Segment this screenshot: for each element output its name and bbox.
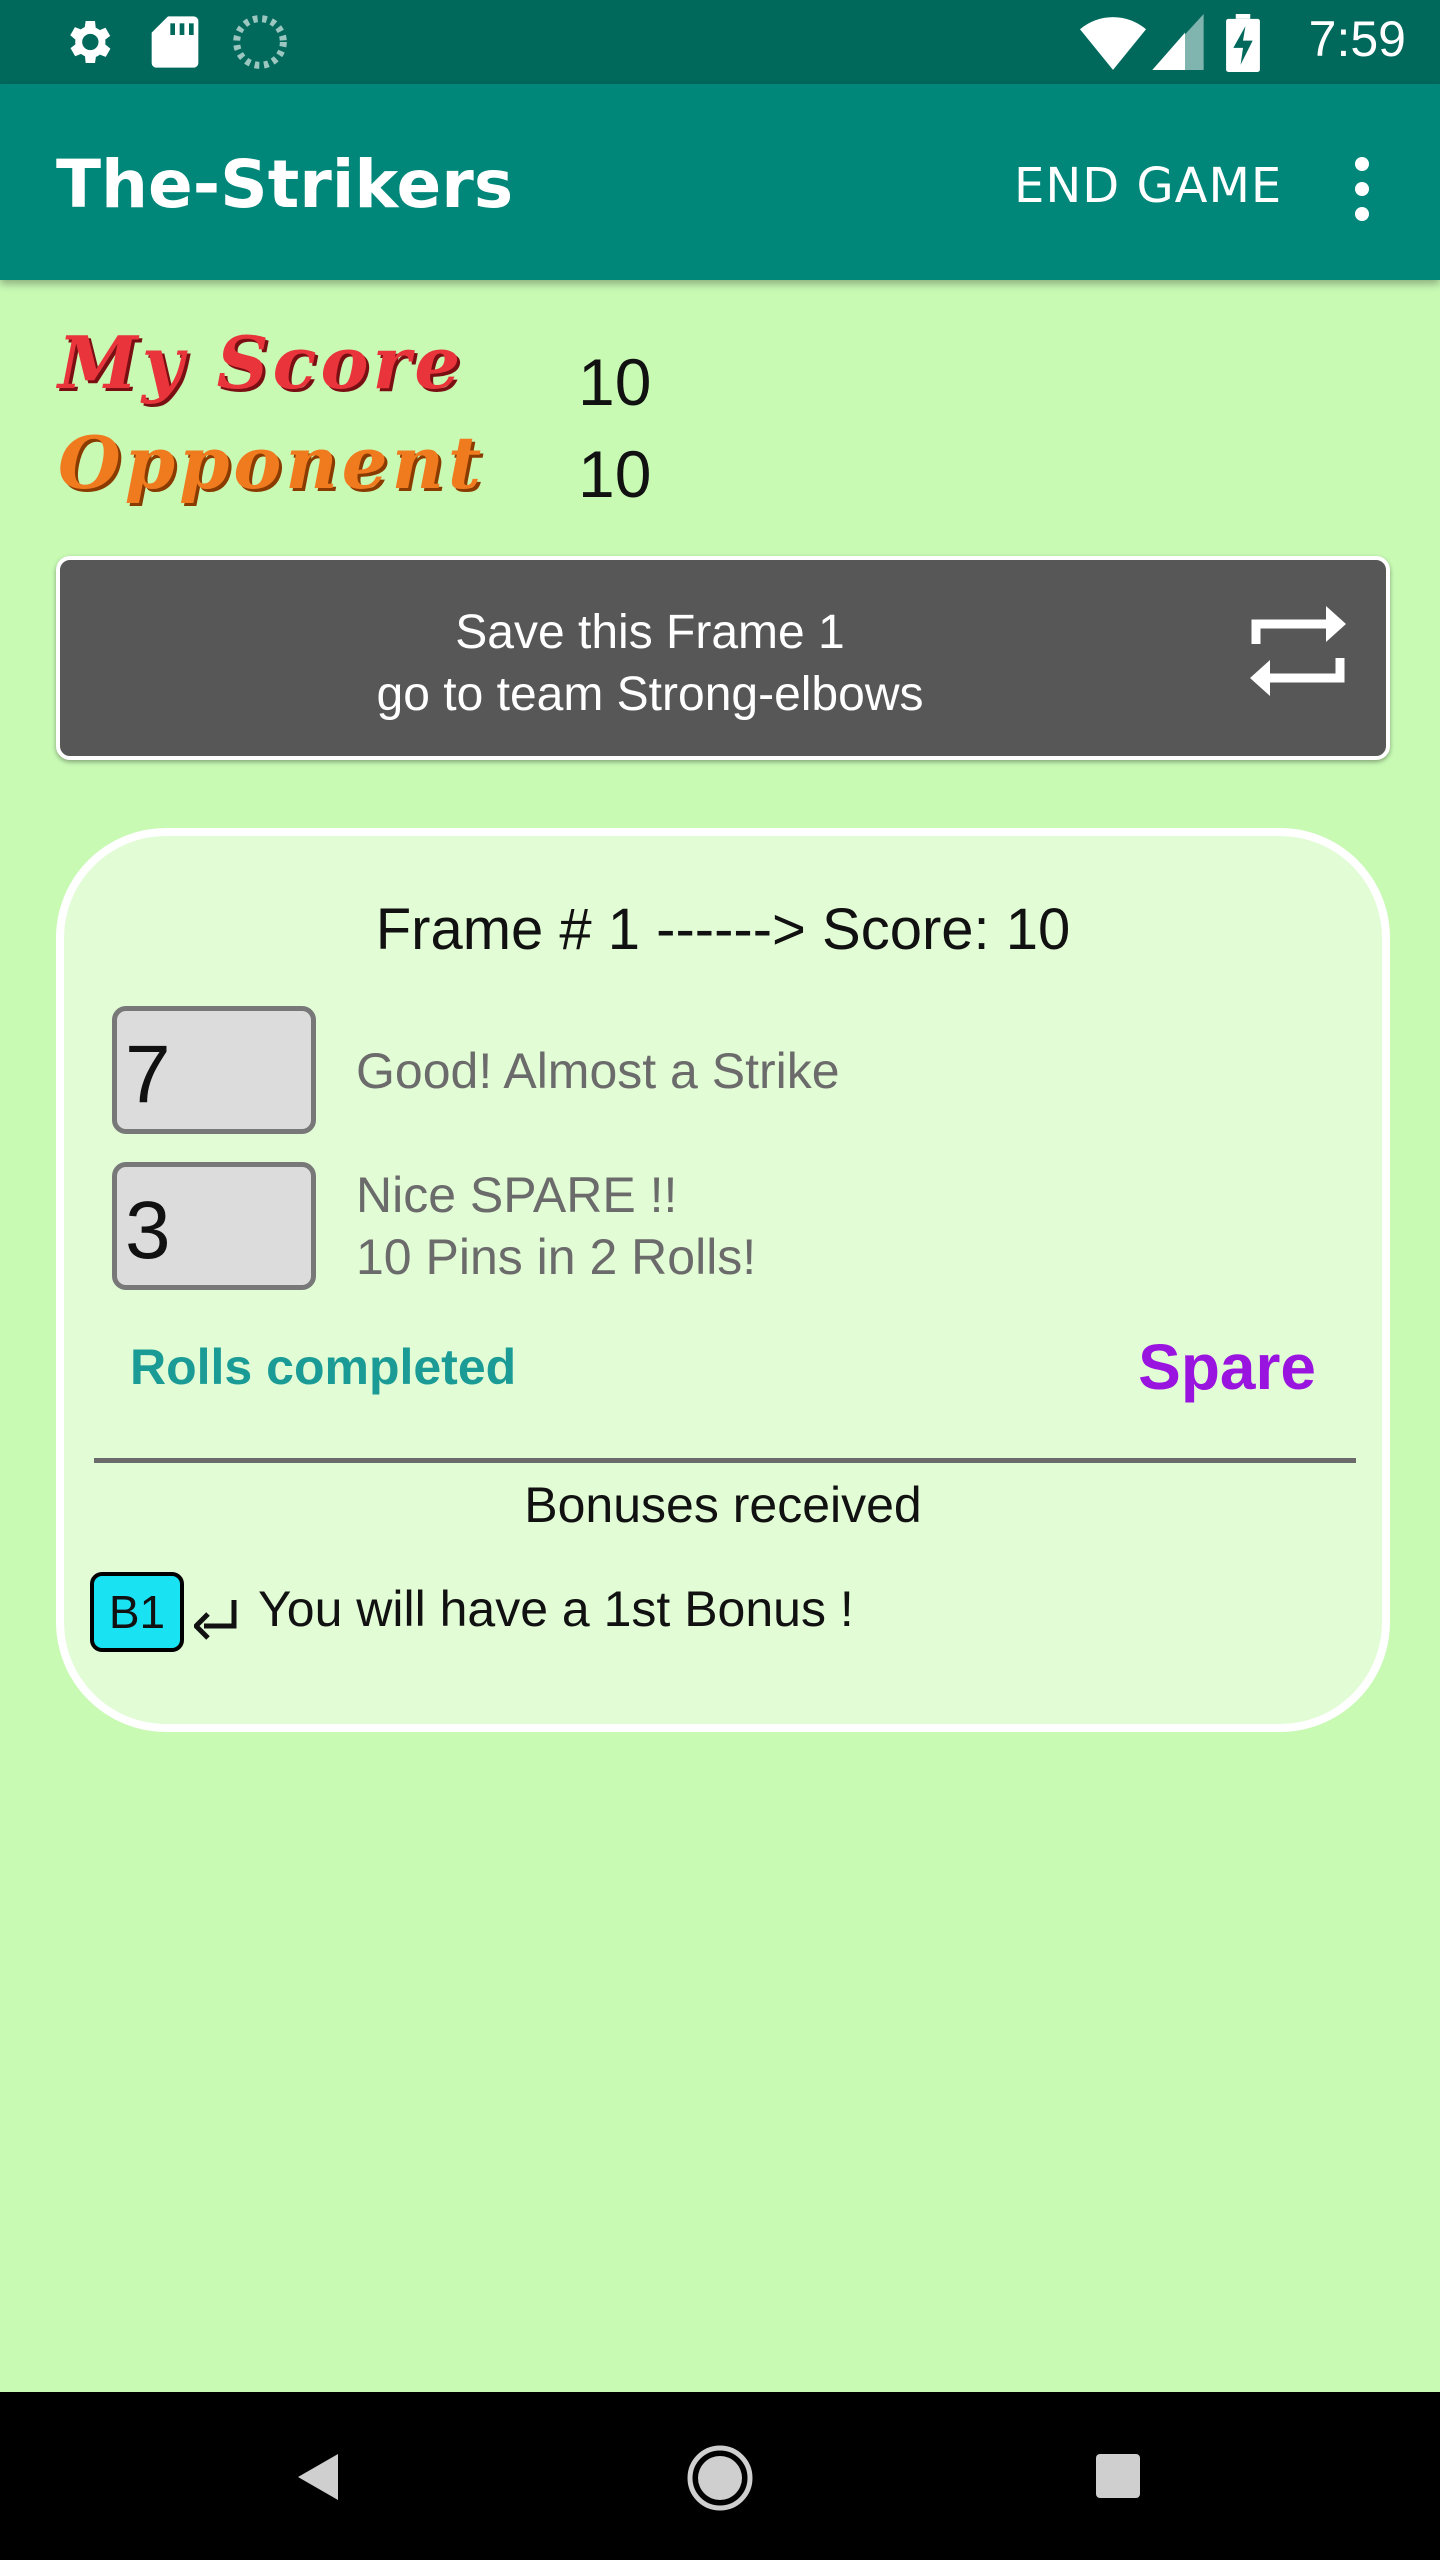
my-score-label: My Score: [58, 320, 465, 405]
sync-icon: [232, 14, 288, 75]
enter-arrow-icon: [192, 1598, 244, 1647]
battery-charging-icon: [1226, 14, 1260, 77]
rolls-status: Rolls completed: [130, 1339, 517, 1395]
bonus-badge: B1: [90, 1572, 184, 1652]
clock: 7:59: [1308, 11, 1406, 67]
swap-icon: [1246, 596, 1350, 711]
app-bar: The-Strikers END GAME: [0, 84, 1440, 280]
divider: [94, 1458, 1356, 1463]
status-bar: 7:59: [0, 0, 1440, 84]
opponent-score-value: 10: [578, 437, 652, 511]
save-button-line1: Save this Frame 1: [455, 606, 845, 659]
roll2-message: Nice SPARE !! 10 Pins in 2 Rolls!: [356, 1164, 756, 1288]
back-icon[interactable]: [296, 2452, 340, 2507]
roll2-input[interactable]: 3: [112, 1162, 316, 1290]
save-button-line2: go to team Strong-elbows: [376, 668, 924, 721]
end-game-button[interactable]: END GAME: [1014, 158, 1282, 214]
signal-icon: [1152, 14, 1204, 75]
roll2-message-line1: Nice SPARE !!: [356, 1167, 678, 1223]
save-button-text: Save this Frame 1 go to team Strong-elbo…: [60, 602, 1240, 726]
opponent-label: Opponent: [58, 420, 486, 505]
settings-icon: [60, 14, 116, 75]
more-vert-icon[interactable]: [1350, 154, 1374, 224]
bonus-message: You will have a 1st Bonus !: [258, 1581, 854, 1637]
roll2-message-line2: 10 Pins in 2 Rolls!: [356, 1229, 757, 1285]
frame-card: Frame # 1 ------> Score: 10 7 Good! Almo…: [56, 828, 1390, 1732]
app-title: The-Strikers: [56, 146, 514, 223]
frame-result: Spare: [1138, 1331, 1316, 1403]
navigation-bar: [0, 2392, 1440, 2560]
recents-icon[interactable]: [1096, 2454, 1140, 2503]
roll1-message: Good! Almost a Strike: [356, 1043, 840, 1099]
sd-card-icon: [150, 14, 200, 75]
roll1-input[interactable]: 7: [112, 1006, 316, 1134]
home-icon[interactable]: [686, 2444, 754, 2517]
bonuses-heading: Bonuses received: [524, 1477, 922, 1533]
frame-title: Frame # 1 ------> Score: 10: [375, 897, 1071, 962]
wifi-icon: [1080, 14, 1146, 75]
my-score-value: 10: [578, 345, 652, 419]
save-frame-button[interactable]: Save this Frame 1 go to team Strong-elbo…: [56, 556, 1390, 760]
